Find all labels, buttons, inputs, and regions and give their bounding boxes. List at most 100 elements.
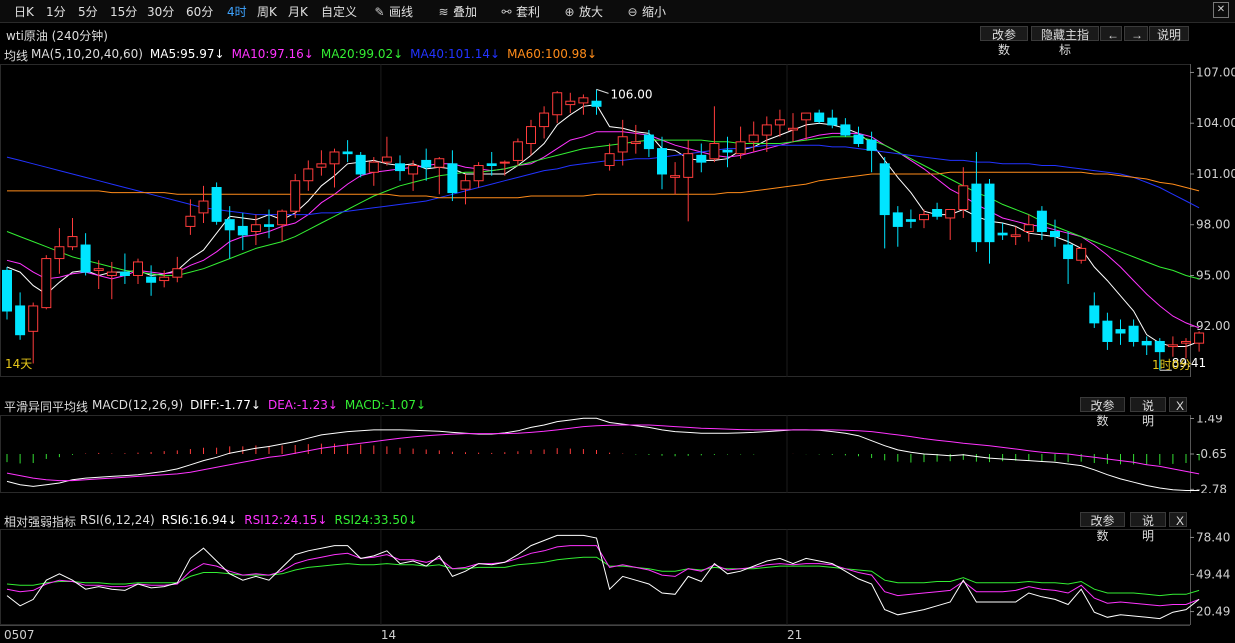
period-tab-0[interactable]: 日K bbox=[14, 3, 34, 20]
hide-main-indicator-button[interactable]: 隐藏主指标 bbox=[1031, 26, 1099, 57]
candle-body-38 bbox=[499, 161, 510, 164]
ma-legend-1: MA5:95.97↓ bbox=[149, 47, 225, 61]
help-button[interactable]: 说明 bbox=[1149, 26, 1189, 42]
rsi-line-rsi6 bbox=[6, 534, 1200, 620]
close-icon[interactable]: ✕ bbox=[1213, 2, 1229, 18]
period-tab-6[interactable]: 4时 bbox=[227, 3, 247, 20]
candle-body-6 bbox=[80, 244, 91, 273]
candle-body-56 bbox=[735, 141, 746, 155]
tool-button-1[interactable]: ≋ 叠加 bbox=[437, 3, 477, 20]
countdown-note: 1时0分 bbox=[1152, 358, 1191, 372]
candle-body-36 bbox=[473, 165, 484, 182]
candle-body-20 bbox=[264, 224, 274, 227]
candle-body-33 bbox=[434, 158, 445, 168]
period-tab-3[interactable]: 15分 bbox=[110, 3, 137, 20]
rsi-frame bbox=[0, 529, 1191, 625]
candle-body-9 bbox=[119, 271, 130, 276]
candle-body-14 bbox=[185, 215, 196, 227]
period-tab-4[interactable]: 30分 bbox=[147, 3, 174, 20]
candle-body-65 bbox=[853, 134, 864, 145]
zoom-in-icon: ⊕ bbox=[564, 5, 575, 19]
candle-body-32 bbox=[421, 159, 432, 168]
period-tab-1[interactable]: 1分 bbox=[46, 3, 66, 20]
rsi-help-button[interactable]: 说明 bbox=[1130, 512, 1166, 543]
candle-body-64 bbox=[840, 124, 851, 136]
candle-body-27 bbox=[355, 154, 366, 175]
candle-body-4 bbox=[54, 246, 65, 260]
candle-body-46 bbox=[604, 153, 615, 167]
ma-legend-2: MA10:97.16↓ bbox=[231, 47, 314, 61]
macd-edit-params-button[interactable]: 改参数 bbox=[1080, 397, 1125, 428]
candle-body-5 bbox=[67, 236, 78, 248]
candle-body-68 bbox=[892, 212, 903, 227]
scroll-right-button[interactable]: → bbox=[1124, 26, 1148, 42]
period-tab-7[interactable]: 周K bbox=[257, 3, 277, 20]
rsi-edit-params-button[interactable]: 改参数 bbox=[1080, 512, 1125, 543]
tool-button-2[interactable]: ⚯ 套利 bbox=[500, 3, 540, 20]
period-tab-8[interactable]: 月K bbox=[288, 3, 308, 20]
x-axis: 0507 14 21 bbox=[0, 625, 1190, 642]
rsi-line-rsi12 bbox=[6, 545, 1200, 607]
scroll-left-button[interactable]: ← bbox=[1100, 26, 1122, 42]
x-tick-label-1: 14 bbox=[381, 628, 396, 642]
tool-label: 放大 bbox=[579, 5, 604, 19]
tool-button-3[interactable]: ⊕ 放大 bbox=[563, 3, 603, 20]
macd-legend-1: DIFF:-1.77↓ bbox=[190, 398, 261, 412]
candle-body-86 bbox=[1128, 325, 1139, 342]
ma-line-ma40 bbox=[6, 144, 1200, 216]
main-ytick-label-2: 101.00 bbox=[1196, 167, 1235, 181]
candle-body-57 bbox=[748, 134, 759, 143]
candle-body-83 bbox=[1089, 305, 1100, 324]
pencil-icon: ✎ bbox=[374, 5, 385, 19]
period-tab-9[interactable]: 自定义 bbox=[321, 3, 357, 20]
candle-body-81 bbox=[1063, 244, 1074, 260]
candle-body-58 bbox=[761, 124, 772, 136]
candle-body-77 bbox=[1010, 234, 1021, 238]
x-tick-label-2: 21 bbox=[787, 628, 802, 642]
candle-body-24 bbox=[316, 163, 327, 168]
rsi-legend: 相对强弱指标 RSI(6,12,24) RSI6:16.94↓ RSI12:24.1… bbox=[0, 510, 1235, 530]
macd-line-diff bbox=[6, 417, 1200, 491]
macd-help-button[interactable]: 说明 bbox=[1130, 397, 1166, 428]
candle-body-61 bbox=[801, 112, 812, 121]
candle-body-2 bbox=[28, 305, 39, 332]
tool-button-4[interactable]: ⊖ 缩小 bbox=[626, 3, 666, 20]
candle-body-29 bbox=[381, 156, 392, 163]
candle-body-43 bbox=[565, 100, 576, 106]
candle-body-59 bbox=[774, 119, 785, 126]
candle-body-66 bbox=[866, 139, 877, 151]
candle-body-30 bbox=[395, 163, 405, 172]
ma-legend: 均线 MA(5,10,20,40,60) MA5:95.97↓ MA10:97.16… bbox=[0, 44, 1235, 64]
macd-frame bbox=[0, 415, 1191, 493]
period-tab-2[interactable]: 5分 bbox=[78, 3, 98, 20]
draw-line-button[interactable]: ✎ 画线 bbox=[373, 3, 413, 20]
candle-body-40 bbox=[526, 126, 536, 145]
candle-body-54 bbox=[709, 143, 720, 160]
ma-panel-label: 均线 bbox=[4, 49, 29, 63]
instrument-title: wti原油 (240分钟) bbox=[6, 29, 108, 43]
ma-legend-4: MA40:101.14↓ bbox=[410, 47, 501, 61]
candle-body-41 bbox=[539, 112, 550, 128]
candle-body-73 bbox=[958, 185, 969, 211]
candle-body-52 bbox=[683, 153, 694, 178]
candle-body-91 bbox=[1194, 332, 1205, 344]
candle-body-85 bbox=[1115, 329, 1126, 334]
candle-body-82 bbox=[1076, 247, 1087, 261]
candle-body-62 bbox=[814, 112, 825, 123]
candle-body-12 bbox=[159, 276, 170, 282]
rsi-close-button[interactable]: X bbox=[1169, 512, 1187, 528]
edit-params-button[interactable]: 改参数 bbox=[980, 26, 1028, 57]
candle-body-39 bbox=[512, 141, 523, 161]
candle-body-88 bbox=[1154, 340, 1165, 353]
candle-body-48 bbox=[630, 141, 641, 145]
candle-body-53 bbox=[696, 154, 707, 163]
candle-body-34 bbox=[447, 163, 458, 194]
ma-legend-3: MA20:99.02↓ bbox=[320, 47, 404, 61]
macd-close-button[interactable]: X bbox=[1169, 397, 1187, 413]
candle-body-79 bbox=[1036, 210, 1047, 232]
candle-body-67 bbox=[879, 163, 890, 216]
period-tab-5[interactable]: 60分 bbox=[186, 3, 213, 20]
candle-body-71 bbox=[932, 209, 943, 217]
candle-body-16 bbox=[211, 187, 222, 222]
candle-body-10 bbox=[133, 261, 143, 276]
